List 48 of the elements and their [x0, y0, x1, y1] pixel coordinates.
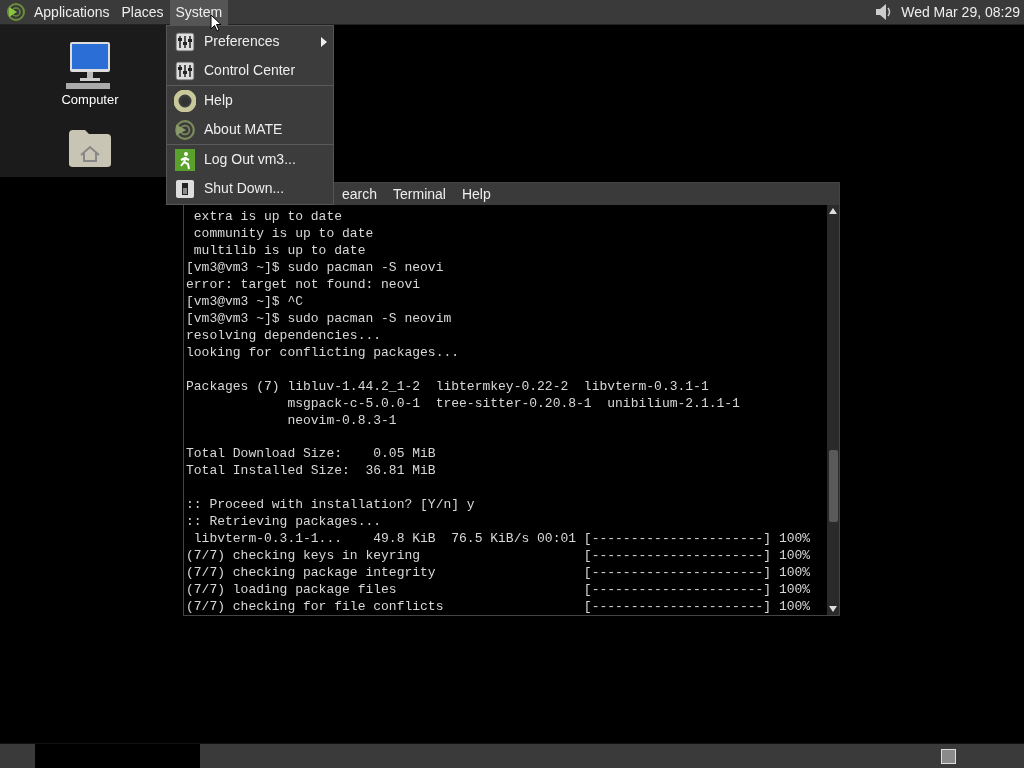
icon-label[interactable]: Computer	[61, 90, 119, 110]
terminal-line: (7/7) checking keys in keyring [----------------------] 100%	[186, 547, 812, 564]
terminal-menu[interactable]: Terminal	[385, 183, 454, 205]
show-desktop-icon[interactable]	[941, 748, 956, 764]
switch-icon	[175, 178, 195, 199]
terminal-line: looking for conflicting packages...	[186, 344, 461, 361]
scrollbar-thumb[interactable]	[828, 450, 838, 522]
terminal-line: [vm3@vm3 ~]$ sudo pacman -S neovim	[186, 310, 453, 327]
submenu-arrow-icon	[321, 36, 327, 47]
menu-item[interactable]: Control Center	[167, 56, 333, 85]
menu-item[interactable]: About MATE	[167, 115, 333, 144]
clock[interactable]: Wed Mar 29, 08:29	[901, 1, 1020, 23]
terminal-menu[interactable]: earch	[334, 183, 386, 205]
sliders-icon	[175, 31, 195, 52]
menu-item[interactable]: Preferences	[167, 27, 333, 56]
menu-item[interactable]: Log Out vm3...	[167, 145, 333, 174]
terminal-line: Packages (7) libluv-1.44.2_1-2 libtermkey-0.22-2 libvterm-0.3.1-1	[186, 377, 710, 395]
terminal-line: Total Installed Size: 36.81 MiB	[186, 462, 437, 480]
panel-menu[interactable]: Applications	[28, 0, 116, 25]
terminal-line: error: target not found: neovi	[186, 276, 422, 293]
terminal-line: resolving dependencies...	[186, 327, 383, 344]
terminal-line: (7/7) checking package integrity [----------------------] 100%	[186, 564, 812, 581]
terminal-line: :: Proceed with installation? [Y/n] y	[186, 496, 476, 513]
menu-item[interactable]: Shut Down...	[167, 174, 333, 203]
lifebuoy-icon	[174, 89, 196, 112]
terminal-line: Total Download Size: 0.05 MiB	[186, 445, 437, 463]
terminal-line: libvterm-0.3.1-1... 49.8 KiB 76.5 KiB/s 00:01 [----------------------] 100%	[192, 530, 812, 547]
scrollbar[interactable]	[827, 205, 839, 615]
terminal-line: (7/7) loading package files [----------------------] 100%	[186, 581, 812, 598]
mate-logo-icon[interactable]	[6, 2, 26, 22]
terminal-line: msgpack-c-5.0.0-1 tree-sitter-0.20.8-1 unibilium-2.1.1-1	[286, 394, 741, 412]
terminal-line: [vm3@vm3 ~]$ sudo pacman -S neovi	[186, 259, 445, 276]
terminal-line: extra is up to date	[192, 208, 344, 225]
scroll-down-arrow-icon[interactable]	[829, 606, 837, 612]
terminal-line: multilib is up to date	[192, 242, 367, 259]
terminal-line: neovim-0.8.3-1	[286, 411, 398, 429]
panel-menu[interactable]: System	[169, 0, 229, 25]
menu-item[interactable]: Help	[167, 86, 333, 115]
terminal-line: community is up to date	[192, 225, 375, 242]
terminal-line: :: Retrieving packages...	[186, 513, 383, 530]
mate-logo-icon	[174, 118, 196, 141]
terminal-menu[interactable]: Help	[453, 183, 499, 205]
sliders-icon	[175, 60, 195, 81]
terminal-line: [vm3@vm3 ~]$ ^C	[186, 293, 305, 310]
panel-menu[interactable]: Places	[115, 0, 170, 25]
exit-sign-icon	[175, 148, 195, 171]
terminal-line: (7/7) checking for file conflicts [----------------------] 100%	[186, 598, 812, 615]
scroll-up-arrow-icon[interactable]	[829, 208, 837, 214]
